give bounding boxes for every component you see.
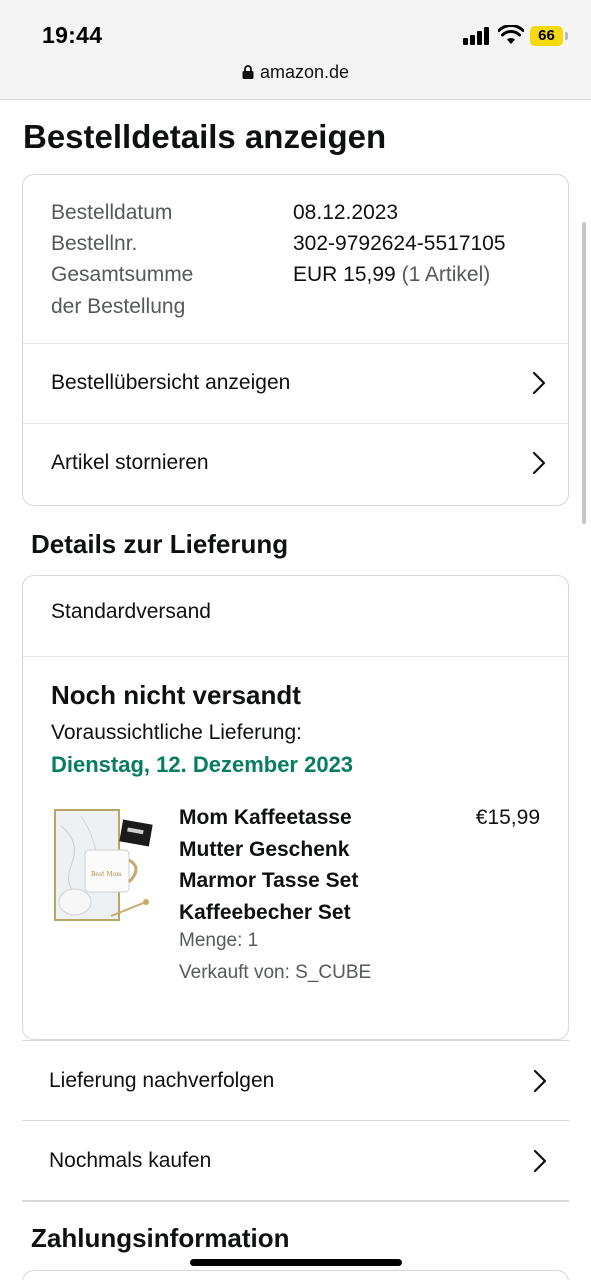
product-title[interactable]: Mom Kaffeetasse Mutter Geschenk Marmor T… xyxy=(179,802,419,928)
scrollbar[interactable] xyxy=(582,222,586,524)
order-date-label: Bestelldatum xyxy=(51,201,173,224)
home-indicator[interactable] xyxy=(190,1259,402,1266)
chevron-right-icon xyxy=(532,451,546,475)
order-total-amount: EUR 15,99 xyxy=(293,263,396,286)
payment-card xyxy=(22,1270,569,1280)
view-order-summary-link[interactable]: Bestellübersicht anzeigen xyxy=(23,343,568,423)
eta-label: Voraussichtliche Lieferung: xyxy=(51,721,302,744)
battery-icon: 66 xyxy=(530,26,568,46)
product-image[interactable]: Best Mom xyxy=(51,806,157,932)
shipping-method: Standardversand xyxy=(51,600,211,623)
chevron-right-icon xyxy=(533,1149,547,1172)
track-delivery-label: Lieferung nachverfolgen xyxy=(49,1068,275,1092)
divider xyxy=(23,656,568,657)
product-price: €15,99 xyxy=(475,806,540,829)
cancel-items-label: Artikel stornieren xyxy=(51,451,209,474)
product-title-line: Mom Kaffeetasse xyxy=(179,806,352,829)
view-order-summary-label: Bestellübersicht anzeigen xyxy=(51,371,291,394)
battery-level: 66 xyxy=(530,26,563,46)
order-total-label-line2: der Bestellung xyxy=(51,294,186,318)
chevron-right-icon xyxy=(533,1069,547,1092)
status-time: 19:44 xyxy=(42,22,103,48)
order-total-row: Gesamtsumme der Bestellung EUR 15,99 (1 … xyxy=(51,259,551,322)
payment-section-title: Zahlungsinformation xyxy=(31,1223,290,1253)
order-number-label: Bestellnr. xyxy=(51,232,138,255)
eta-date: Dienstag, 12. Dezember 2023 xyxy=(51,752,354,777)
order-item-count: (1 Artikel) xyxy=(401,263,491,286)
svg-text:Best Mom: Best Mom xyxy=(91,871,122,878)
product-seller: Verkauft von: S_CUBE xyxy=(179,962,372,983)
page-title: Bestelldetails anzeigen xyxy=(23,118,387,155)
product-title-line: Kaffeebecher Set xyxy=(179,900,351,924)
signal-icon xyxy=(463,27,491,45)
product-title-line: Mutter Geschenk xyxy=(179,837,350,861)
buy-again-link[interactable]: Nochmals kaufen xyxy=(22,1120,569,1200)
address-bar[interactable]: amazon.de xyxy=(0,62,591,83)
chevron-right-icon xyxy=(532,371,546,395)
buy-again-label: Nochmals kaufen xyxy=(49,1148,212,1172)
order-number-row: Bestellnr. 302-9792624-5517105 xyxy=(51,228,506,260)
delivery-section-title: Details zur Lieferung xyxy=(31,529,289,559)
wifi-icon xyxy=(498,25,524,44)
shipment-status: Noch nicht versandt xyxy=(51,680,301,710)
product-quantity: Menge: 1 xyxy=(179,930,259,951)
order-total-value: EUR 15,99 (1 Artikel) xyxy=(293,259,490,291)
divider xyxy=(22,1200,569,1202)
lock-icon xyxy=(242,65,254,79)
order-date-value: 08.12.2023 xyxy=(293,201,399,224)
product-title-line: Marmor Tasse Set xyxy=(179,869,359,892)
browser-status-bar: 19:44 66 amazon.de xyxy=(0,0,591,100)
order-date-row: Bestelldatum 08.12.2023 xyxy=(51,197,398,229)
order-summary-card: Bestelldatum 08.12.2023 Bestellnr. 302-9… xyxy=(22,174,569,506)
track-delivery-link[interactable]: Lieferung nachverfolgen xyxy=(22,1040,569,1120)
cancel-items-link[interactable]: Artikel stornieren xyxy=(23,423,568,503)
order-number-value: 302-9792624-5517105 xyxy=(293,232,506,255)
delivery-card: Standardversand Noch nicht versandt Vora… xyxy=(22,575,569,1040)
url-text: amazon.de xyxy=(259,62,350,82)
